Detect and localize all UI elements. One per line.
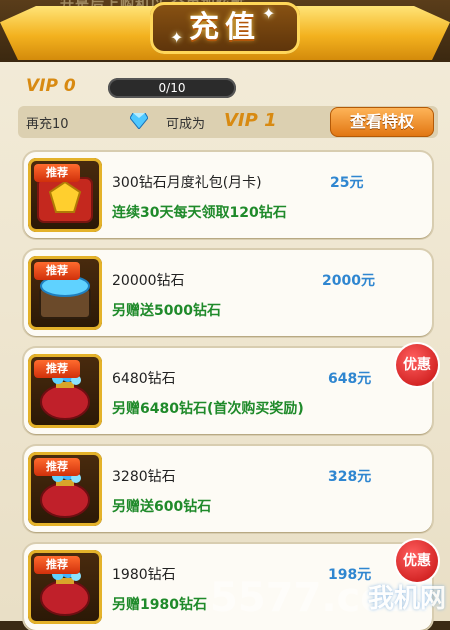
item-bonus: 连续30天每天领取120钻石: [112, 205, 287, 221]
item-thumbnail: 推荐: [28, 158, 102, 232]
recharge-panel: 升是后上购和以 全更加炫酷 充值 ✦ ✦ VIP 0 0/10 再充10 可成为…: [0, 0, 450, 630]
recharge-needed-text: 再充10: [26, 117, 69, 132]
next-vip-label: VIP 1: [224, 110, 277, 131]
vip-info-bar: 再充10 可成为 VIP 1 查看特权: [18, 106, 438, 138]
item-bonus: 另赠1980钻石: [112, 597, 207, 613]
recharge-item[interactable]: 推荐 300钻石月度礼包(月卡) 25元 连续30天每天领取120钻石: [24, 152, 432, 238]
item-name: 6480钻石: [112, 371, 176, 387]
item-name: 1980钻石: [112, 567, 176, 583]
recommend-tag: 推荐: [34, 164, 80, 182]
item-name: 3280钻石: [112, 469, 176, 485]
become-label: 可成为: [166, 117, 206, 132]
vip-progress-text: 0/10: [158, 81, 186, 95]
diamond-icon: [130, 113, 148, 129]
item-bonus: 另赠送600钻石: [112, 499, 212, 515]
item-thumbnail: 推荐: [28, 256, 102, 330]
item-name: 20000钻石: [112, 273, 185, 289]
item-bonus: 另赠6480钻石(首次购买奖励): [112, 401, 304, 417]
discount-badge: 优惠: [396, 344, 438, 386]
watermark-brand: 我机网: [367, 584, 446, 614]
recommend-tag: 推荐: [34, 360, 80, 378]
recommend-tag: 推荐: [34, 262, 80, 280]
item-price: 2000元: [322, 273, 375, 289]
recharge-item[interactable]: 推荐 20000钻石 2000元 另赠送5000钻石: [24, 250, 432, 336]
item-name: 300钻石月度礼包(月卡): [112, 175, 262, 191]
view-privileges-button[interactable]: 查看特权: [330, 107, 434, 137]
item-price: 648元: [328, 371, 372, 387]
sparkle-icon: ✦: [262, 4, 276, 23]
recharge-item[interactable]: 推荐 3280钻石 328元 另赠送600钻石: [24, 446, 432, 532]
item-price: 328元: [328, 469, 372, 485]
item-thumbnail: 推荐: [28, 452, 102, 526]
vip-progress-bar: VIP 0 0/10: [20, 72, 440, 106]
header-banner: 升是后上购和以 全更加炫酷 充值 ✦ ✦: [0, 0, 450, 62]
item-price: 25元: [330, 175, 364, 191]
vip-level-label: VIP 0: [26, 76, 76, 96]
sparkle-icon: ✦: [170, 28, 184, 47]
item-bonus: 另赠送5000钻石: [112, 303, 221, 319]
recharge-item[interactable]: 推荐 6480钻石 648元 另赠6480钻石(首次购买奖励) 优惠: [24, 344, 438, 434]
recommend-tag: 推荐: [34, 458, 80, 476]
item-thumbnail: 推荐: [28, 354, 102, 428]
vip-progress-track: 0/10: [108, 78, 236, 98]
recommend-tag: 推荐: [34, 556, 80, 574]
item-thumbnail: 推荐: [28, 550, 102, 624]
